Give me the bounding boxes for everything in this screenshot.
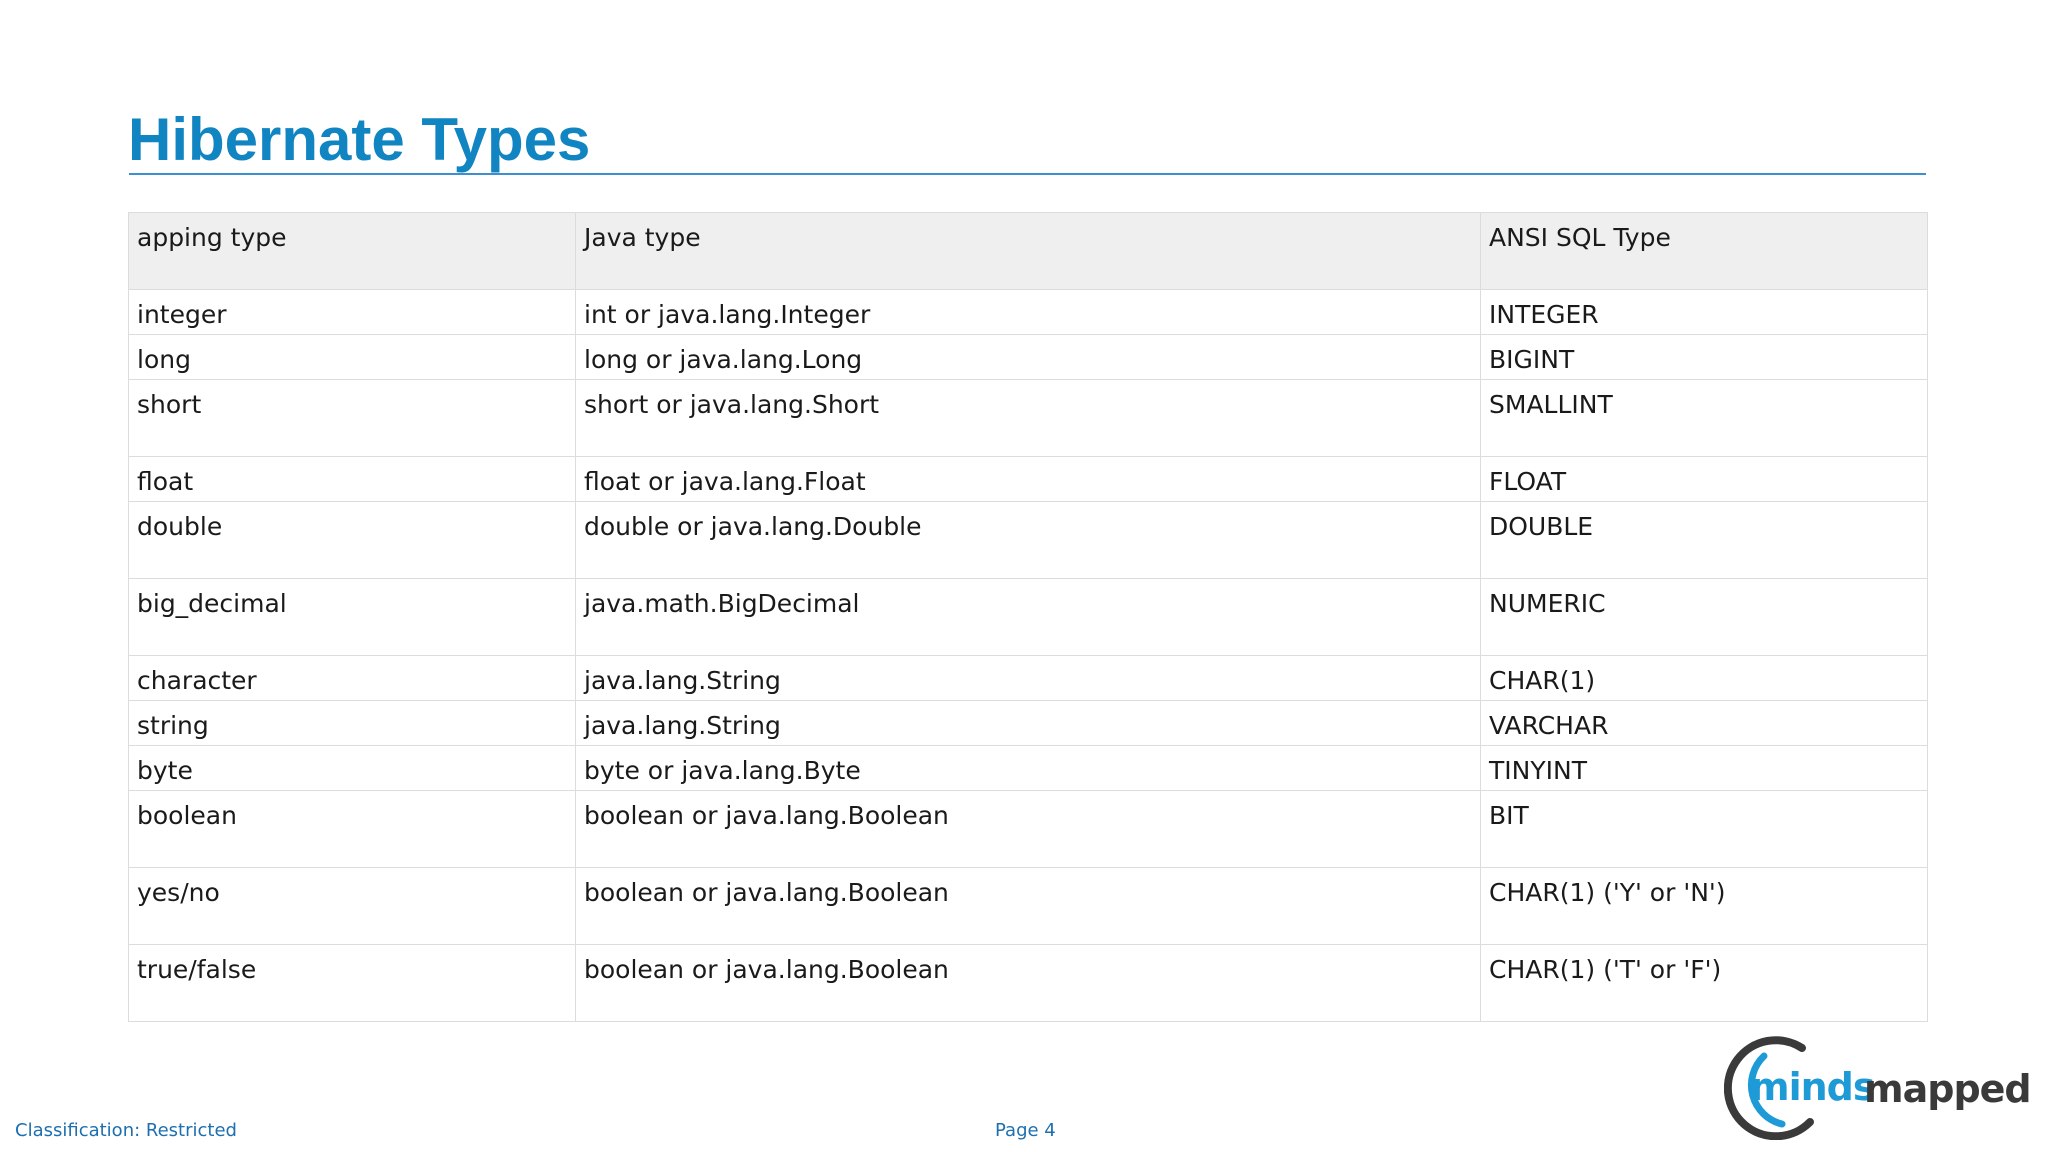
table-row: character java.lang.String CHAR(1) bbox=[128, 655, 1928, 701]
cell-mapping-type: float bbox=[128, 456, 576, 502]
cell-java-type: short or java.lang.Short bbox=[575, 379, 1481, 457]
cell-java-type: long or java.lang.Long bbox=[575, 334, 1481, 380]
table-row: byte byte or java.lang.Byte TINYINT bbox=[128, 745, 1928, 791]
cell-java-type: byte or java.lang.Byte bbox=[575, 745, 1481, 791]
page-title: Hibernate Types bbox=[128, 106, 591, 173]
logo-text-minds: minds bbox=[1750, 1065, 1875, 1109]
cell-sql-type: TINYINT bbox=[1480, 745, 1928, 791]
cell-java-type: java.lang.String bbox=[575, 655, 1481, 701]
cell-sql-type: INTEGER bbox=[1480, 289, 1928, 335]
cell-java-type: float or java.lang.Float bbox=[575, 456, 1481, 502]
cell-sql-type: VARCHAR bbox=[1480, 700, 1928, 746]
cell-mapping-type: boolean bbox=[128, 790, 576, 868]
cell-mapping-type: yes/no bbox=[128, 867, 576, 945]
table-row: yes/no boolean or java.lang.Boolean CHAR… bbox=[128, 867, 1928, 945]
table-row: integer int or java.lang.Integer INTEGER bbox=[128, 289, 1928, 335]
table-row: big_decimal java.math.BigDecimal NUMERIC bbox=[128, 578, 1928, 656]
cell-java-type: boolean or java.lang.Boolean bbox=[575, 944, 1481, 1022]
cell-java-type: double or java.lang.Double bbox=[575, 501, 1481, 579]
title-underline bbox=[129, 173, 1926, 175]
cell-sql-type: FLOAT bbox=[1480, 456, 1928, 502]
table-row: double double or java.lang.Double DOUBLE bbox=[128, 501, 1928, 579]
cell-sql-type: BIGINT bbox=[1480, 334, 1928, 380]
cell-mapping-type: string bbox=[128, 700, 576, 746]
table-row: string java.lang.String VARCHAR bbox=[128, 700, 1928, 746]
cell-sql-type: DOUBLE bbox=[1480, 501, 1928, 579]
table-row: boolean boolean or java.lang.Boolean BIT bbox=[128, 790, 1928, 868]
cell-sql-type: CHAR(1) ('T' or 'F') bbox=[1480, 944, 1928, 1022]
logo-text-mapped: mapped bbox=[1864, 1067, 2031, 1111]
mindsmapped-logo: minds mapped bbox=[1724, 1036, 2032, 1140]
page-number: Page 4 bbox=[995, 1120, 1056, 1141]
cell-mapping-type: character bbox=[128, 655, 576, 701]
cell-sql-type: CHAR(1) ('Y' or 'N') bbox=[1480, 867, 1928, 945]
cell-java-type: boolean or java.lang.Boolean bbox=[575, 790, 1481, 868]
header-java-type: Java type bbox=[575, 212, 1481, 290]
cell-java-type: int or java.lang.Integer bbox=[575, 289, 1481, 335]
cell-mapping-type: true/false bbox=[128, 944, 576, 1022]
cell-mapping-type: long bbox=[128, 334, 576, 380]
cell-java-type: java.math.BigDecimal bbox=[575, 578, 1481, 656]
cell-mapping-type: big_decimal bbox=[128, 578, 576, 656]
cell-java-type: java.lang.String bbox=[575, 700, 1481, 746]
hibernate-types-table: apping type Java type ANSI SQL Type inte… bbox=[128, 212, 1928, 1022]
cell-sql-type: NUMERIC bbox=[1480, 578, 1928, 656]
cell-sql-type: BIT bbox=[1480, 790, 1928, 868]
classification-label: Classification: Restricted bbox=[15, 1120, 237, 1141]
header-mapping-type: apping type bbox=[128, 212, 576, 290]
cell-sql-type: CHAR(1) bbox=[1480, 655, 1928, 701]
cell-mapping-type: integer bbox=[128, 289, 576, 335]
table-row: float float or java.lang.Float FLOAT bbox=[128, 456, 1928, 502]
cell-mapping-type: byte bbox=[128, 745, 576, 791]
cell-sql-type: SMALLINT bbox=[1480, 379, 1928, 457]
table-row: true/false boolean or java.lang.Boolean … bbox=[128, 944, 1928, 1022]
cell-java-type: boolean or java.lang.Boolean bbox=[575, 867, 1481, 945]
table-header-row: apping type Java type ANSI SQL Type bbox=[128, 212, 1928, 290]
cell-mapping-type: double bbox=[128, 501, 576, 579]
cell-mapping-type: short bbox=[128, 379, 576, 457]
table-row: short short or java.lang.Short SMALLINT bbox=[128, 379, 1928, 457]
header-ansi-sql-type: ANSI SQL Type bbox=[1480, 212, 1928, 290]
table-row: long long or java.lang.Long BIGINT bbox=[128, 334, 1928, 380]
